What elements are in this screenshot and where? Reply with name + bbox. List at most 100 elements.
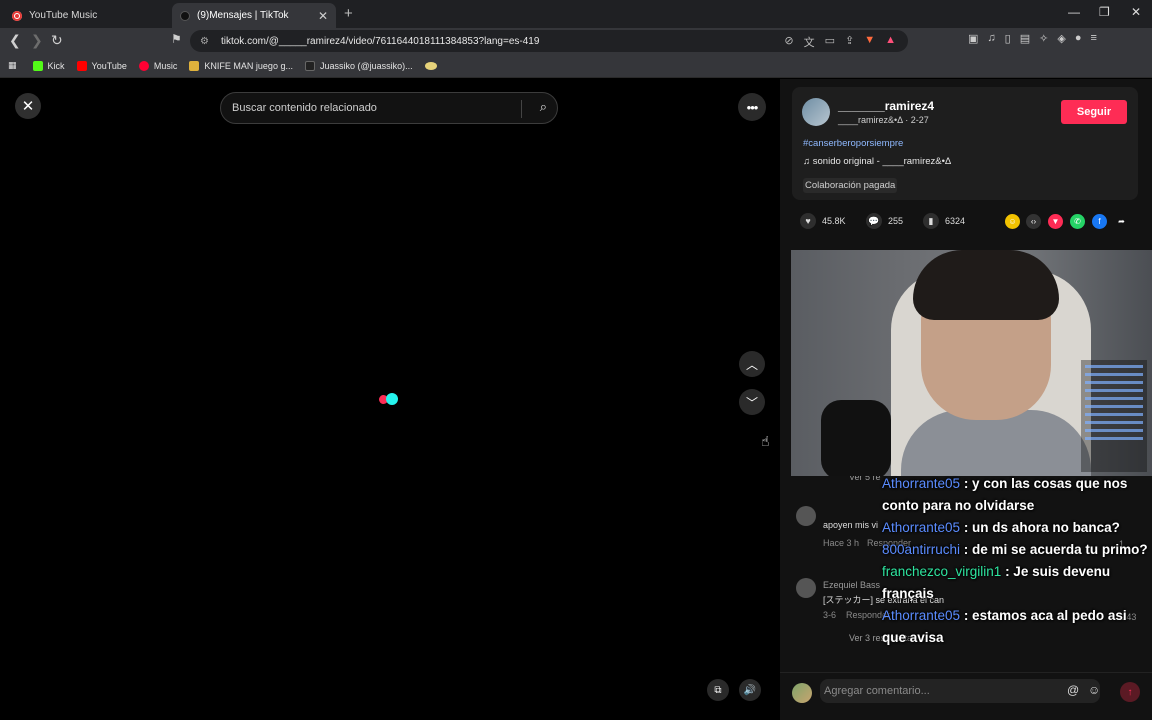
maximize-icon[interactable]: ❐ [1099, 5, 1110, 19]
screenshot-icon[interactable]: ▣ [968, 32, 978, 45]
more-options-button[interactable]: ••• [738, 93, 766, 121]
like-button[interactable]: ♥ 45.8K [800, 213, 846, 229]
mention-icon[interactable]: @ [1067, 683, 1079, 697]
loading-spinner [379, 393, 403, 405]
follow-button[interactable]: Seguir [1061, 100, 1127, 124]
bookmark-music[interactable]: Music [138, 60, 178, 71]
comment-count: 255 [888, 216, 904, 226]
video-player[interactable]: ✕ Buscar contenido relacionado ⌕ ••• ︿ ﹀… [0, 79, 780, 720]
tab-label: (9)Mensajes | TikTok [197, 10, 289, 21]
volume-button[interactable]: 🔊 [739, 679, 761, 701]
chat-message: Athorrante05 : estamos aca al pedo asi q… [882, 605, 1152, 649]
profile-icon[interactable]: ● [1075, 32, 1082, 45]
browser-toolbar: ❮ ❯ ↻ ⚑ ⚙ tiktok.com/@_____ramirez4/vide… [0, 28, 1152, 54]
crown-icon [189, 60, 200, 71]
chevron-up-icon: ︿ [745, 357, 758, 372]
music-icon[interactable]: ♫ [987, 32, 995, 45]
comment-button[interactable]: 💬 255 [866, 213, 903, 229]
window-close-icon[interactable]: ✕ [1131, 5, 1141, 19]
share-icon[interactable]: ⇪ [845, 34, 854, 50]
bookmark-kick[interactable]: Kick [32, 60, 65, 71]
reload-icon[interactable]: ↻ [51, 32, 63, 49]
back-icon[interactable]: ❮ [9, 32, 21, 49]
sidebar-icon[interactable]: ▯ [1005, 32, 1011, 45]
avatar[interactable] [802, 98, 830, 126]
comment-time: Hace 3 h [823, 538, 860, 548]
mini-chat [1081, 360, 1147, 472]
kick-icon [32, 60, 43, 71]
chat-user: 800antirruchi [882, 542, 961, 557]
bookmark-knife-man[interactable]: KNIFE MAN juego g... [189, 60, 293, 71]
previous-video-button[interactable]: ︿ [739, 351, 765, 377]
chat-text: : de mi se acuerda tu primo? [960, 542, 1148, 557]
rewards-icon[interactable]: ▲ [885, 34, 896, 50]
close-icon: ✕ [21, 98, 35, 115]
coin-icon[interactable]: ☺ [1005, 214, 1020, 229]
new-tab-icon[interactable]: + [344, 5, 353, 22]
microphone [821, 400, 891, 476]
vpn-icon[interactable]: ◈ [1057, 32, 1065, 45]
brave-shield-icon[interactable]: ▼ [864, 34, 875, 50]
no-tracking-icon[interactable]: ⊘ [784, 34, 793, 50]
bookmark-icon: ▮ [923, 213, 939, 229]
bookmark-label: Kick [47, 60, 65, 71]
chat-message: 800antirruchi : de mi se acuerda tu prim… [882, 539, 1152, 561]
tab-youtube-music[interactable]: YouTube Music [4, 3, 170, 28]
address-bar[interactable]: ⚙ tiktok.com/@_____ramirez4/video/761164… [190, 30, 908, 52]
post-comment-button[interactable]: ↑ [1120, 682, 1140, 702]
arrow-up-icon: ↑ [1127, 686, 1133, 698]
loader-dot-cyan [386, 393, 398, 405]
translate-icon[interactable]: 文 [804, 34, 815, 50]
search-input[interactable]: Buscar contenido relacionado ⌕ [220, 92, 558, 124]
comment-time: 3-6 [823, 610, 837, 620]
avatar[interactable] [796, 578, 816, 598]
send-icon[interactable]: ▼ [1048, 214, 1063, 229]
next-video-button[interactable]: ﹀ [739, 389, 765, 415]
search-placeholder: Buscar contenido relacionado [232, 102, 377, 114]
hashtag-link[interactable]: #canserberoporsiempre [803, 138, 903, 149]
bookmark-juassiko[interactable]: Juassiko (@juassiko)... [304, 60, 413, 71]
search-icon[interactable]: ⌕ [540, 99, 547, 115]
minimize-icon[interactable]: — [1068, 5, 1080, 19]
embed-icon[interactable]: ‹› [1026, 214, 1041, 229]
facebook-icon[interactable]: f [1092, 214, 1107, 229]
comment-input[interactable]: Agregar comentario... [820, 679, 1100, 703]
bookmark-label: Music [153, 60, 178, 71]
bookmark-youtube[interactable]: YouTube [76, 60, 127, 71]
bookmarks-bar: ▦ Kick YouTube Music KNIFE MAN juego g..… [0, 54, 1152, 78]
bookmark-folder[interactable] [424, 61, 442, 70]
volume-icon: 🔊 [743, 684, 757, 696]
tab-label: YouTube Music [29, 10, 98, 21]
save-count: 6324 [945, 216, 966, 226]
stream-chat-overlay: Athorrante05 : y con las cosas que nos c… [882, 473, 1152, 649]
tab-tiktok[interactable]: (9)Mensajes | TikTok ✕ [172, 3, 336, 28]
comment-author[interactable]: Ezequiel Bass [823, 580, 880, 590]
share-arrow-icon[interactable]: ➦ [1114, 214, 1129, 229]
menu-icon[interactable]: ≡ [1090, 32, 1096, 45]
username[interactable]: _______ramirez4 [838, 99, 934, 113]
bookmark-label: KNIFE MAN juego g... [204, 60, 293, 71]
wallet-icon[interactable]: ▤ [1020, 32, 1030, 45]
heart-icon: ♥ [800, 213, 816, 229]
apps-icon[interactable]: ▦ [8, 60, 17, 71]
forward-icon[interactable]: ❯ [31, 32, 43, 49]
pip-icon: ⧉ [714, 684, 722, 696]
site-info-icon[interactable]: ⚙ [200, 36, 209, 47]
save-button[interactable]: ▮ 6324 [923, 213, 965, 229]
extensions-icon[interactable]: ✧ [1039, 32, 1048, 45]
whatsapp-icon[interactable]: ✆ [1070, 214, 1085, 229]
cast-icon[interactable]: ▭ [825, 34, 835, 50]
close-video-button[interactable]: ✕ [15, 93, 41, 119]
avatar[interactable] [796, 506, 816, 526]
emoji-icon[interactable]: ☺ [1088, 683, 1100, 697]
chat-message: Athorrante05 : y con las cosas que nos c… [882, 473, 1152, 517]
bookmark-icon[interactable]: ⚑ [171, 32, 182, 46]
sound-link[interactable]: ♫ sonido original - ____ramirez&•Δ [803, 156, 951, 167]
comment-placeholder: Agregar comentario... [824, 685, 930, 697]
chat-message: Athorrante05 : un ds ahora no banca? [882, 517, 1152, 539]
pip-button[interactable]: ⧉ [707, 679, 729, 701]
close-tab-icon[interactable]: ✕ [318, 9, 328, 23]
address-text: tiktok.com/@_____ramirez4/video/76116440… [220, 35, 540, 47]
tiktok-icon [180, 10, 190, 21]
action-bar: ♥ 45.8K 💬 255 ▮ 6324 ☺ ‹› ▼ ✆ f ➦ [800, 213, 1140, 231]
